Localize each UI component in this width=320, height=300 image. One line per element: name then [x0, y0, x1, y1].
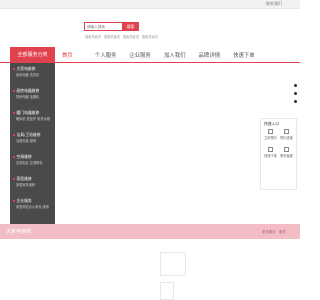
quick-access-item[interactable]: 联系客服	[279, 147, 294, 161]
category-item[interactable]: 厨房电器维修 厨房电器 油烟机	[10, 85, 55, 107]
nav-item-personal[interactable]: 个人服务	[95, 52, 117, 60]
bullet-icon	[13, 134, 15, 136]
nav-item-quick-order[interactable]: 快速下单	[233, 52, 255, 60]
top-bar: 联系我们	[0, 0, 300, 9]
search-input[interactable]	[84, 22, 127, 31]
nav-item-home[interactable]: 首页	[62, 52, 73, 60]
category-item[interactable]: 洁具/卫浴维修 浴霸安装 维修	[10, 129, 55, 151]
banner-more-link[interactable]: 更多服务	[262, 229, 276, 234]
quick-access-item[interactable]: 预约进度	[279, 129, 294, 143]
hot-word[interactable]: 搜索关键词	[123, 34, 139, 39]
category-item[interactable]: 大家电维修 家用电器 洗衣机	[10, 63, 55, 85]
category-item[interactable]: 暖门电器维修 暖风机 壁挂炉 电热水器	[10, 107, 55, 129]
category-header[interactable]: 全部服务分类	[10, 47, 55, 62]
nav-item-brand[interactable]: 品牌详情	[199, 52, 221, 60]
bullet-icon	[13, 178, 15, 180]
nav-item-join[interactable]: 加入我们	[164, 52, 186, 60]
carousel-dot[interactable]	[294, 100, 297, 103]
top-bar-link[interactable]: 联系我们	[266, 1, 282, 7]
image-placeholder	[160, 282, 174, 300]
carousel-dot[interactable]	[294, 84, 297, 87]
nav-item-enterprise[interactable]: 企业服务	[129, 52, 151, 60]
section-banner: 大家电维修 更多服务 更多	[0, 224, 300, 239]
bullet-icon	[13, 90, 15, 92]
banner-more-link[interactable]: 更多	[279, 229, 286, 234]
quick-access-title: 快速入口	[264, 121, 280, 126]
image-placeholder	[160, 252, 186, 276]
main-nav: 首页 个人服务 企业服务 加入我们 品牌详情 快速下单	[62, 52, 255, 60]
category-sidebar: 大家电维修 家用电器 洗衣机 厨房电器维修 厨房电器 油烟机 暖门电器维修 暖风…	[10, 63, 55, 225]
progress-icon	[284, 129, 289, 134]
hot-word[interactable]: 搜索关键词	[104, 34, 120, 39]
quick-access-item[interactable]: 立即预约	[263, 129, 278, 143]
calendar-icon	[268, 129, 273, 134]
bullet-icon	[13, 112, 15, 114]
service-icon	[284, 147, 289, 152]
banner-title: 大家电维修	[6, 229, 32, 235]
carousel-dot[interactable]	[294, 92, 297, 95]
order-icon	[268, 147, 273, 152]
hot-word[interactable]: 搜索关键词	[85, 34, 101, 39]
bullet-icon	[13, 156, 15, 158]
quick-access-panel: 快速入口 立即预约 预约进度 快速下单 联系客服	[260, 118, 297, 190]
hot-word[interactable]: 搜索关键词	[142, 34, 158, 39]
bullet-icon	[13, 68, 15, 70]
quick-access-item[interactable]: 快速下单	[263, 147, 278, 161]
category-item[interactable]: 家居维修 家居家具维修	[10, 173, 55, 195]
hot-words: 搜索关键词 搜索关键词 搜索关键词 搜索关键词	[85, 34, 158, 39]
category-item[interactable]: 企业服务 家居修复办公家具 维修	[10, 195, 55, 217]
category-item[interactable]: 空调维修 空调加氟 空调移机	[10, 151, 55, 173]
search-button[interactable]: 搜索	[122, 22, 139, 31]
bullet-icon	[13, 200, 15, 202]
